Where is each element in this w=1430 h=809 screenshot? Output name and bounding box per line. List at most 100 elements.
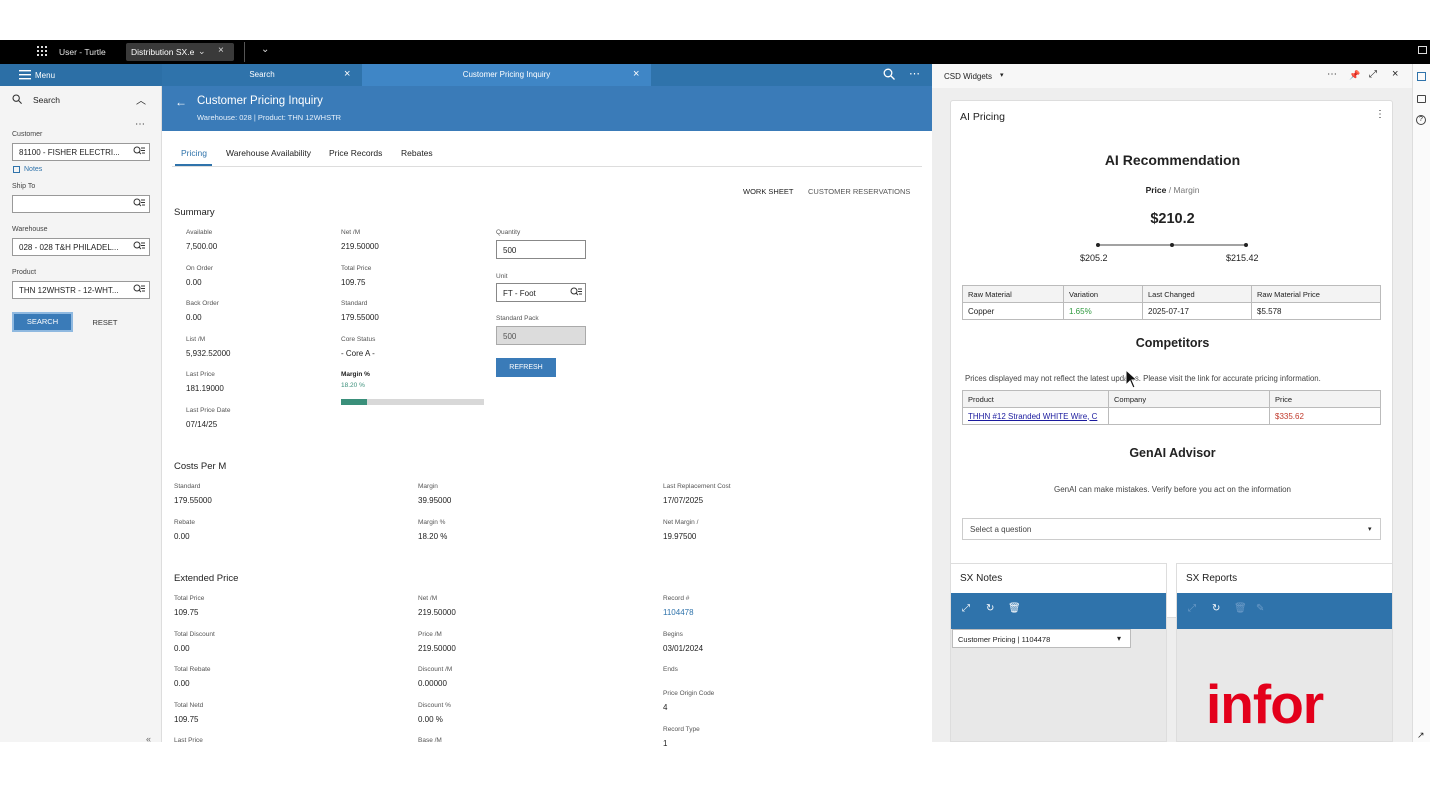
more-icon[interactable]: ⋯ <box>135 119 145 130</box>
price-margin-toggle[interactable]: Price / Margin <box>951 185 1394 195</box>
begins-value: 03/01/2024 <box>663 644 704 653</box>
reset-button[interactable]: RESET <box>82 314 128 332</box>
customer-label: Customer <box>12 131 43 138</box>
ext-total-price-label: Total Price <box>174 595 205 602</box>
kebab-menu-icon[interactable]: ⋮ <box>1375 109 1385 120</box>
price-toggle[interactable]: Price <box>1146 185 1167 195</box>
table-header-row: Raw Material Variation Last Changed Raw … <box>962 285 1381 303</box>
customer-reservations-button[interactable]: CUSTOMER RESERVATIONS <box>808 187 910 196</box>
inbox-icon[interactable] <box>1417 95 1426 103</box>
last-replacement-value: 17/07/2025 <box>663 496 704 505</box>
trash-icon[interactable]: 🗑 <box>1008 603 1021 614</box>
menu-bar[interactable]: Menu <box>0 64 162 86</box>
table-header: Variation <box>1063 285 1143 303</box>
unit-value: FT - Foot <box>503 289 536 298</box>
margin-value: 18.20 % <box>341 382 365 389</box>
refresh-button[interactable]: REFRESH <box>496 358 556 377</box>
quantity-input[interactable]: 500 <box>496 240 586 259</box>
table-header-row: Product Company Price <box>962 390 1381 408</box>
total-rebate-label: Total Rebate <box>174 666 211 673</box>
widgets-icon[interactable] <box>1417 72 1426 81</box>
side-rail: ? ↗ <box>1412 64 1430 742</box>
customer-field[interactable]: 81100 - FISHER ELECTRI... <box>12 143 150 161</box>
shipto-label: Ship To <box>12 183 36 190</box>
back-arrow-icon[interactable]: ← <box>175 95 187 109</box>
lookup-icon[interactable] <box>133 146 145 159</box>
chevron-up-icon[interactable]: ︿ <box>136 92 146 107</box>
widgets-title[interactable]: CSD Widgets <box>944 72 992 81</box>
pin-icon[interactable]: 📌 <box>1349 70 1360 81</box>
tab-rebates[interactable]: Rebates <box>401 148 433 158</box>
app-grid-icon[interactable] <box>37 46 47 58</box>
card-header: SX Notes <box>951 564 1166 593</box>
expand-icon[interactable]: ⤢ <box>1369 69 1377 80</box>
record-link[interactable]: 1104478 <box>663 608 694 617</box>
lookup-icon[interactable] <box>133 241 145 254</box>
rebate-value: 0.00 <box>174 532 190 541</box>
close-icon[interactable]: × <box>218 45 224 56</box>
close-icon[interactable]: × <box>344 68 350 80</box>
expand-icon[interactable]: ⤢ <box>962 603 970 614</box>
lookup-icon[interactable] <box>570 287 582 300</box>
question-select[interactable]: Select a question ▾ <box>962 518 1381 540</box>
mouse-cursor-icon <box>1125 369 1139 389</box>
worksheet-button[interactable]: WORK SHEET <box>743 187 793 196</box>
begins-label: Begins <box>663 631 683 638</box>
app-switcher[interactable]: Distribution SX.e ⌄ × <box>126 43 234 61</box>
notes-icon[interactable] <box>13 166 20 173</box>
window-icon[interactable] <box>1418 46 1427 54</box>
refresh-icon[interactable]: ↻ <box>986 603 994 614</box>
quantity-label: Quantity <box>496 229 521 236</box>
standard-pack-field: 500 <box>496 326 586 345</box>
caret-down-icon[interactable]: ▾ <box>1000 71 1004 79</box>
warehouse-label: Warehouse <box>12 226 48 233</box>
notes-select[interactable]: Customer Pricing | 1104478 ▾ <box>952 629 1131 648</box>
lookup-icon[interactable] <box>133 198 145 211</box>
close-icon[interactable]: × <box>633 68 639 80</box>
margin-toggle[interactable]: Margin <box>1173 185 1199 195</box>
help-icon[interactable]: ? <box>1416 115 1426 125</box>
margin-progress-fill <box>341 399 368 405</box>
table-row: Copper 1.65% 2025-07-17 $5.578 <box>962 302 1381 320</box>
list-value: 5,932.52000 <box>186 349 231 358</box>
refresh-icon[interactable]: ↻ <box>1212 603 1220 614</box>
external-link-icon[interactable]: ↗ <box>1417 730 1425 741</box>
widgets-panel: CSD Widgets ▾ ⋯ 📌 ⤢ × AI Pricing ⋮ AI Re… <box>932 64 1412 742</box>
search-button[interactable]: SEARCH <box>12 312 73 332</box>
user-label[interactable]: User - Turtle <box>59 47 106 57</box>
edit-icon: ✎ <box>1256 603 1265 614</box>
menu-label[interactable]: Menu <box>35 71 55 80</box>
cost-margin-value: 39.95000 <box>418 496 452 505</box>
available-label: Available <box>186 229 213 236</box>
search-icon[interactable] <box>883 68 895 82</box>
ext-net-label: Net /M <box>418 595 438 602</box>
collapse-icon[interactable]: « <box>146 734 151 744</box>
margin-progress-bar <box>341 399 484 405</box>
price-m-label: Price /M <box>418 631 442 638</box>
total-rebate-value: 0.00 <box>174 679 190 688</box>
page-subtitle: Warehouse: 028 | Product: THN 12WHSTR <box>197 113 342 122</box>
subtabs: Pricing Warehouse Availability Price Rec… <box>162 131 932 167</box>
shipto-field[interactable] <box>12 195 150 213</box>
hamburger-icon[interactable] <box>19 70 31 82</box>
search-panel-title: Search <box>33 95 60 105</box>
tab-price-records[interactable]: Price Records <box>329 148 382 158</box>
competitor-product-link[interactable]: THHN #12 Stranded WHITE Wire, C <box>962 407 1109 425</box>
warehouse-field[interactable]: 028 - 028 T&H PHILADEL... <box>12 238 150 256</box>
tab-pricing[interactable]: Pricing <box>181 148 207 158</box>
sx-notes-card: SX Notes ⤢ ↻ 🗑 Customer Pricing | 110447… <box>950 563 1167 742</box>
tab-warehouse-availability[interactable]: Warehouse Availability <box>226 148 311 158</box>
close-icon[interactable]: × <box>1392 68 1398 80</box>
tab-search[interactable]: Search × <box>162 64 362 86</box>
back-order-value: 0.00 <box>186 313 202 322</box>
more-icon[interactable]: ⋯ <box>1327 69 1337 80</box>
trash-icon: 🗑 <box>1234 603 1247 614</box>
extended-title: Extended Price <box>174 573 239 584</box>
product-field[interactable]: THN 12WHSTR - 12-WHT... <box>12 281 150 299</box>
chevron-down-icon[interactable]: ⌄ <box>261 44 269 55</box>
notes-link[interactable]: Notes <box>24 166 42 173</box>
tab-customer-pricing-inquiry[interactable]: Customer Pricing Inquiry × <box>362 64 651 86</box>
lookup-icon[interactable] <box>133 284 145 297</box>
unit-field[interactable]: FT - Foot <box>496 283 586 302</box>
more-icon[interactable]: ⋯ <box>909 67 920 80</box>
